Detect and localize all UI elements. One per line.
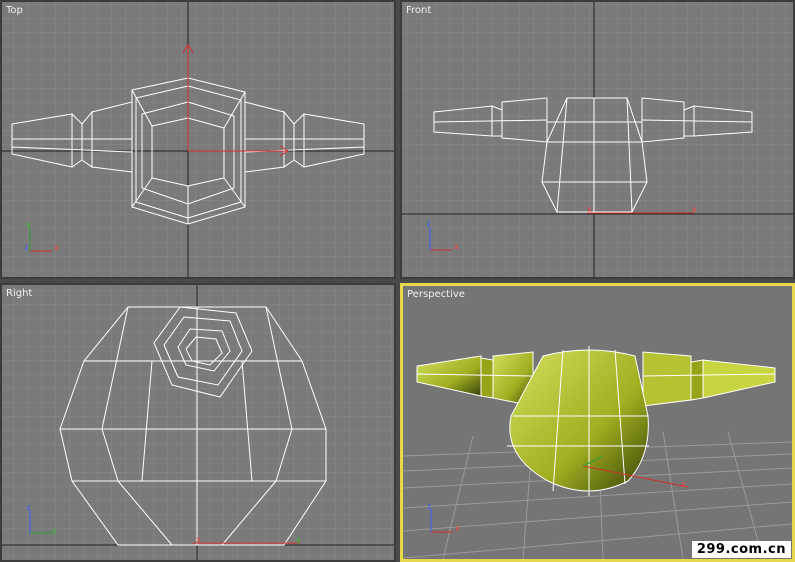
- right-gizmo-y: y: [296, 535, 301, 544]
- front-view-canvas: [402, 2, 793, 277]
- axis-label-x: x: [54, 243, 59, 252]
- right-gizmo-x: x: [196, 535, 201, 544]
- top-view-canvas: [2, 2, 394, 277]
- axis-label-x: x: [455, 524, 460, 533]
- watermark: 299.com.cn: [691, 541, 791, 558]
- front-gizmo-x-left: x: [587, 205, 592, 214]
- viewport-label-perspective[interactable]: Perspective: [407, 289, 465, 300]
- perspective-mesh: [416, 346, 776, 496]
- axis-label-x: x: [454, 242, 459, 251]
- perspective-view-canvas: [403, 346, 792, 559]
- viewport-top[interactable]: Top y x z: [0, 0, 396, 279]
- viewport-right[interactable]: Right x y z y: [0, 283, 396, 562]
- viewport-label-top[interactable]: Top: [6, 5, 23, 16]
- axis-label-z: z: [427, 502, 432, 511]
- front-gizmo-x-right: x: [692, 205, 697, 214]
- viewport-perspective[interactable]: Perspective z x x: [400, 283, 795, 562]
- viewport-label-right[interactable]: Right: [6, 288, 32, 299]
- viewport-label-front[interactable]: Front: [406, 5, 431, 16]
- axis-label-z: z: [24, 243, 29, 252]
- right-view-canvas: [2, 285, 394, 560]
- axis-label-y: y: [52, 526, 57, 535]
- viewport-front[interactable]: Front x x z x: [400, 0, 795, 279]
- axis-label-z: z: [26, 503, 31, 512]
- axis-label-z: z: [426, 219, 431, 228]
- persp-gizmo-x: x: [681, 480, 686, 489]
- axis-label-y: y: [26, 220, 31, 229]
